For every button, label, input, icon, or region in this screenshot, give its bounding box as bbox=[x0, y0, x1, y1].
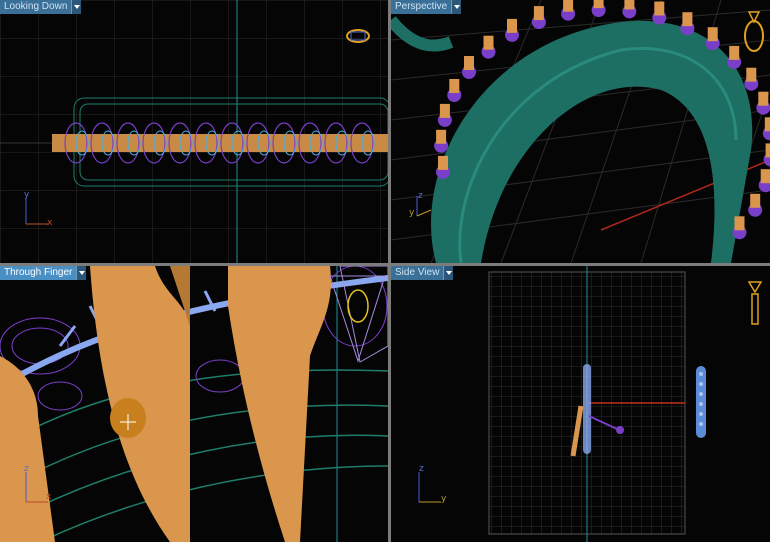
viewport-label-perspective[interactable]: Perspective bbox=[391, 0, 462, 14]
ring-camera-icon[interactable] bbox=[741, 6, 767, 56]
viewport-title: Looking Down bbox=[0, 0, 73, 14]
axis-label-horizontal: x bbox=[46, 492, 52, 502]
chevron-down-icon[interactable] bbox=[77, 266, 87, 280]
perspective-canvas bbox=[391, 0, 770, 263]
axis-label-vertical: z bbox=[418, 191, 423, 201]
viewport-label-through-finger[interactable]: Through Finger bbox=[0, 266, 87, 280]
viewport-perspective[interactable]: Perspective z y bbox=[391, 0, 770, 263]
ring-camera-icon[interactable] bbox=[343, 26, 373, 46]
through-finger-canvas bbox=[0, 266, 388, 542]
axis-label-horizontal: y bbox=[441, 494, 447, 504]
viewport-splitter-horizontal[interactable] bbox=[0, 263, 770, 266]
viewport-side-view[interactable]: Side View z y bbox=[391, 266, 770, 542]
ring-camera-icon[interactable] bbox=[745, 278, 765, 328]
looking-down-canvas bbox=[0, 0, 388, 263]
axis-label-vertical: z bbox=[24, 464, 29, 474]
viewport-title: Side View bbox=[391, 266, 445, 280]
axis-label-vertical: z bbox=[419, 464, 424, 474]
axis-label-vertical: y bbox=[24, 190, 30, 200]
axis-label-horizontal: y bbox=[409, 208, 415, 218]
chevron-down-icon[interactable] bbox=[72, 0, 82, 14]
viewport-title: Through Finger bbox=[0, 266, 78, 280]
viewport-looking-down[interactable]: Looking Down y x bbox=[0, 0, 388, 263]
viewport-label-side-view[interactable]: Side View bbox=[391, 266, 454, 280]
viewport-label-looking-down[interactable]: Looking Down bbox=[0, 0, 82, 14]
viewport-title: Perspective bbox=[391, 0, 453, 14]
viewport-through-finger[interactable]: Through Finger z x bbox=[0, 266, 388, 542]
chevron-down-icon[interactable] bbox=[444, 266, 454, 280]
axis-label-horizontal: x bbox=[47, 218, 53, 228]
chevron-down-icon[interactable] bbox=[452, 0, 462, 14]
